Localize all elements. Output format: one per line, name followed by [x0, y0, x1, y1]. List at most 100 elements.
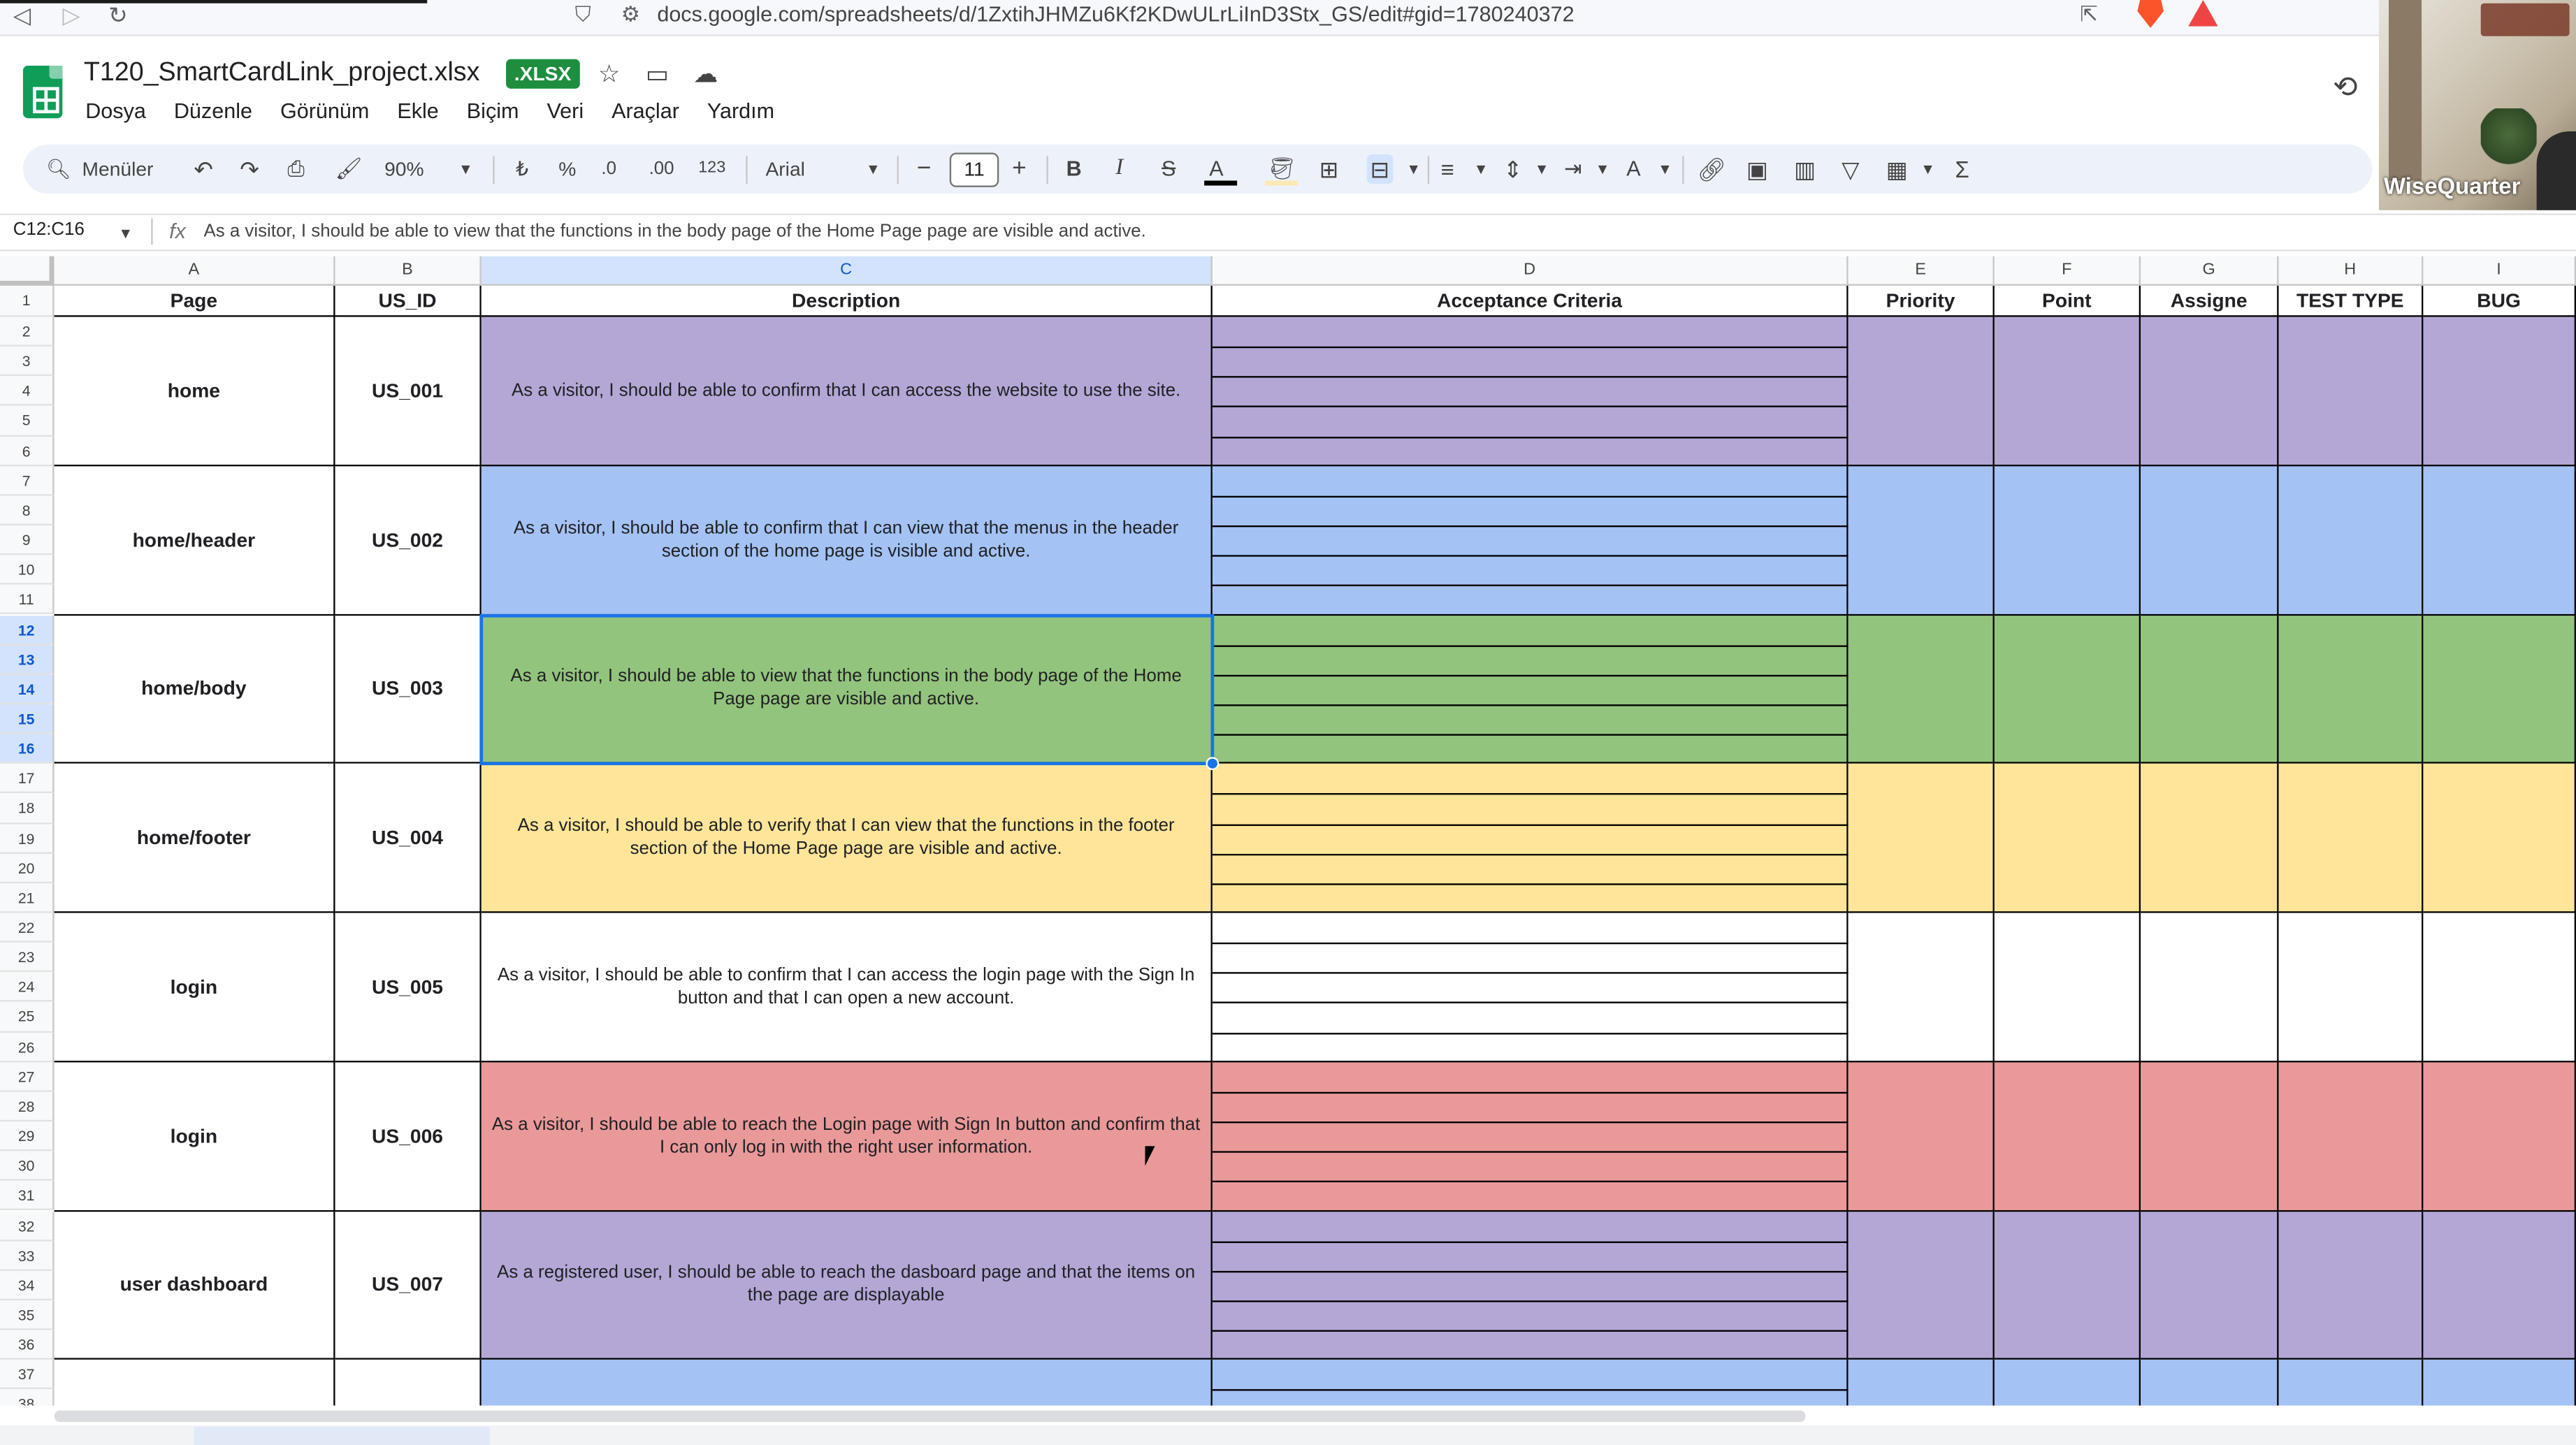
functions-icon[interactable]: Σ [1955, 154, 1969, 184]
description-cell[interactable]: As a visitor, I should be able to confir… [481, 913, 1213, 1062]
test-type-cell[interactable] [2278, 1061, 2424, 1212]
horizontal-align-icon[interactable]: ≡ [1441, 154, 1454, 184]
us-id-cell[interactable]: US_002 [335, 465, 482, 616]
page-cell[interactable]: login [54, 1061, 335, 1212]
row-header[interactable]: 12 [0, 615, 55, 645]
row-header[interactable]: 21 [0, 883, 55, 913]
row-header[interactable]: 19 [0, 823, 55, 854]
strikethrough-button[interactable]: S [1162, 154, 1175, 184]
column-header-e[interactable]: E [1848, 256, 1995, 286]
row-header[interactable]: 31 [0, 1181, 55, 1212]
print-icon[interactable]: ⎙ [287, 154, 304, 184]
acceptance-criteria-cell[interactable] [1212, 317, 1848, 466]
percent-format-button[interactable]: % [558, 154, 576, 184]
description-cell[interactable]: As a registered user, I should be able t… [481, 1211, 1213, 1360]
us-id-cell[interactable]: US_003 [335, 615, 482, 764]
acceptance-criteria-cell[interactable] [1212, 913, 1848, 1062]
row-header[interactable]: 8 [0, 495, 55, 526]
priority-cell[interactable] [1848, 913, 1995, 1062]
number-format-button[interactable]: 123 [698, 154, 725, 184]
fill-color-icon[interactable]: 🪣︎ [1268, 154, 1296, 184]
acceptance-criteria-cell[interactable] [1212, 1061, 1848, 1212]
test-type-cell[interactable] [2278, 317, 2424, 466]
row-header[interactable]: 36 [0, 1330, 55, 1360]
search-menus-icon[interactable]: 🔍︎ [46, 154, 71, 184]
test-type-cell[interactable] [2278, 764, 2424, 913]
assigne-cell[interactable] [2141, 1360, 2279, 1406]
column-header-h[interactable]: H [2278, 256, 2424, 286]
row-header[interactable]: 34 [0, 1270, 55, 1301]
row-header[interactable]: 2 [0, 317, 55, 347]
menu-file[interactable]: Dosya [85, 99, 156, 123]
row-header[interactable]: 25 [0, 1002, 55, 1033]
row-header[interactable]: 9 [0, 525, 55, 556]
row-header[interactable]: 35 [0, 1300, 55, 1330]
row-header[interactable]: 7 [0, 465, 55, 496]
assigne-cell[interactable] [2141, 764, 2279, 913]
priority-cell[interactable] [1848, 1211, 1995, 1360]
description-cell[interactable]: As a visitor, I should be able to verify… [481, 764, 1213, 913]
test-type-cell[interactable] [2278, 615, 2424, 764]
menu-insert[interactable]: Ekle [397, 99, 449, 123]
rotation-dropdown-icon[interactable]: ▼ [1658, 154, 1672, 184]
priority-cell[interactable] [1848, 1360, 1995, 1406]
point-cell[interactable] [1994, 913, 2141, 1062]
insert-link-icon[interactable]: 🔗︎ [1697, 154, 1726, 184]
point-cell[interactable] [1994, 1360, 2141, 1406]
sheet-tab[interactable] [194, 1427, 490, 1445]
row-header[interactable]: 27 [0, 1061, 55, 1092]
us-id-cell[interactable]: US_001 [335, 317, 482, 466]
us-id-cell[interactable]: US_005 [335, 913, 482, 1062]
description-cell[interactable]: As a visitor, I should be able to confir… [481, 465, 1213, 616]
row-header[interactable]: 37 [0, 1360, 55, 1390]
assigne-cell[interactable] [2141, 1211, 2279, 1360]
formula-input[interactable]: As a visitor, I should be able to view t… [203, 222, 1145, 241]
row-header[interactable]: 18 [0, 793, 55, 824]
row-header[interactable]: 17 [0, 764, 55, 794]
acceptance-criteria-cell[interactable] [1212, 764, 1848, 913]
column-header-g[interactable]: G [2141, 256, 2279, 286]
row-header[interactable]: 22 [0, 913, 55, 943]
star-icon[interactable]: ☆ [598, 59, 621, 89]
description-cell[interactable]: As a visitor, I should be able to confir… [481, 317, 1213, 466]
priority-cell[interactable] [1848, 1061, 1995, 1212]
decrease-decimal-button[interactable]: .0 [601, 154, 616, 184]
select-all-corner[interactable] [0, 256, 55, 286]
increase-decimal-button[interactable]: .00 [649, 154, 674, 184]
row-header[interactable]: 3 [0, 347, 55, 377]
borders-icon[interactable]: ⊞ [1319, 154, 1339, 184]
row-header[interactable]: 4 [0, 376, 55, 407]
column-header-f[interactable]: F [1994, 256, 2141, 286]
assigne-cell[interactable] [2141, 1061, 2279, 1212]
menu-format[interactable]: Biçim [467, 99, 529, 123]
point-cell[interactable] [1994, 465, 2141, 616]
bug-cell[interactable] [2423, 1061, 2576, 1212]
font-size-decrease-icon[interactable]: − [917, 154, 932, 184]
column-header-d[interactable]: D [1212, 256, 1848, 286]
column-header-i[interactable]: I [2423, 256, 2576, 286]
menu-tools[interactable]: Araçlar [612, 99, 689, 123]
reload-icon[interactable]: ↻ [108, 1, 128, 28]
halign-dropdown-icon[interactable]: ▼ [1474, 154, 1489, 184]
document-title[interactable]: T120_SmartCardLink_project.xlsx [84, 59, 480, 89]
assigne-cell[interactable] [2141, 465, 2279, 616]
row-header[interactable]: 28 [0, 1091, 55, 1122]
test-type-cell[interactable] [2278, 913, 2424, 1062]
move-folder-icon[interactable]: ▭ [646, 59, 669, 89]
text-rotation-icon[interactable]: A [1626, 154, 1640, 184]
row-header[interactable]: 15 [0, 704, 55, 734]
assigne-cell[interactable] [2141, 615, 2279, 764]
insert-comment-icon[interactable]: ▣ [1746, 154, 1768, 184]
filter-views-dropdown-icon[interactable]: ▼ [1920, 154, 1935, 184]
wrap-dropdown-icon[interactable]: ▼ [1595, 154, 1610, 184]
test-type-cell[interactable] [2278, 1211, 2424, 1360]
cloud-status-icon[interactable]: ☁ [693, 59, 718, 89]
row-header[interactable]: 32 [0, 1211, 55, 1241]
row-header[interactable]: 13 [0, 644, 55, 675]
row-header[interactable]: 23 [0, 943, 55, 973]
row-header[interactable]: 38 [0, 1390, 55, 1406]
acceptance-criteria-cell[interactable] [1212, 1211, 1848, 1360]
point-cell[interactable] [1994, 1211, 2141, 1360]
currency-format-button[interactable]: ₺ [516, 154, 528, 184]
page-cell[interactable]: home/body [54, 615, 335, 764]
